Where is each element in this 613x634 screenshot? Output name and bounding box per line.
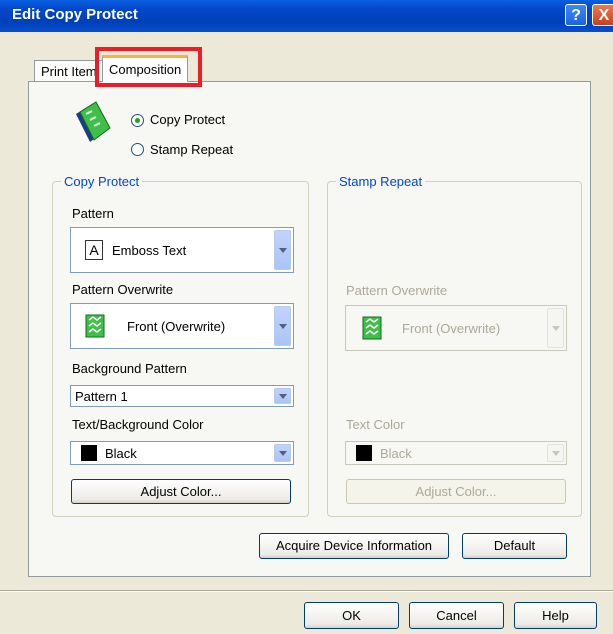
text-color-select[interactable]: Black [345,441,567,465]
copy-protect-icon [76,101,111,142]
window-title: Edit Copy Protect [12,6,138,23]
text-color-label: Text Color [346,417,405,432]
pattern-value: Emboss Text [112,243,187,258]
adjust-color-button[interactable]: Adjust Color... [71,479,291,504]
overwrite-pattern-icon [85,314,105,338]
close-button[interactable]: X [592,4,613,26]
ok-button[interactable]: OK [304,602,399,629]
stamp-repeat-group-title: Stamp Repeat [336,174,426,189]
separator [0,590,613,592]
chevron-down-icon[interactable] [547,444,564,462]
black-swatch [356,445,372,461]
default-button[interactable]: Default [462,533,567,559]
text-color-value: Black [380,446,412,461]
chevron-down-icon[interactable] [274,306,291,346]
background-pattern-label: Background Pattern [72,361,187,376]
background-pattern-value: Pattern 1 [75,389,128,404]
stamp-repeat-radio[interactable] [131,143,144,156]
pattern-overwrite-label: Pattern Overwrite [72,282,174,297]
chevron-down-icon[interactable] [274,444,291,462]
copy-protect-radio-label[interactable]: Copy Protect [150,112,225,127]
copy-protect-radio[interactable] [131,114,144,127]
help-button[interactable]: Help [514,602,597,629]
stamp-pattern-overwrite-select[interactable]: Front (Overwrite) [345,305,567,351]
copy-protect-group-title: Copy Protect [61,174,143,189]
background-pattern-select[interactable]: Pattern 1 [70,385,294,407]
chevron-down-icon[interactable] [547,308,564,348]
overwrite-pattern-icon [362,316,382,340]
text-background-color-value: Black [105,446,137,461]
stamp-adjust-color-button[interactable]: Adjust Color... [346,479,566,504]
tab-highlight-box [95,47,202,87]
help-title-button[interactable]: ? [565,4,587,26]
cancel-button[interactable]: Cancel [409,602,504,629]
stamp-repeat-radio-label[interactable]: Stamp Repeat [150,142,233,157]
stamp-pattern-overwrite-label: Pattern Overwrite [346,283,448,298]
pattern-label: Pattern [72,206,114,221]
tab-print-item[interactable]: Print Item [34,60,104,82]
pattern-overwrite-select[interactable]: Front (Overwrite) [70,303,294,349]
black-swatch [81,445,97,461]
chevron-down-icon[interactable] [274,388,291,404]
text-background-color-select[interactable]: Black [70,441,294,465]
text-background-color-label: Text/Background Color [72,417,204,432]
pattern-select[interactable]: A Emboss Text [70,227,294,273]
acquire-device-information-button[interactable]: Acquire Device Information [259,533,449,559]
pattern-overwrite-value: Front (Overwrite) [127,319,226,334]
chevron-down-icon[interactable] [274,230,291,270]
emboss-text-icon: A [85,240,103,260]
title-bar: Edit Copy Protect ? X [0,0,613,32]
stamp-pattern-overwrite-value: Front (Overwrite) [402,321,501,336]
